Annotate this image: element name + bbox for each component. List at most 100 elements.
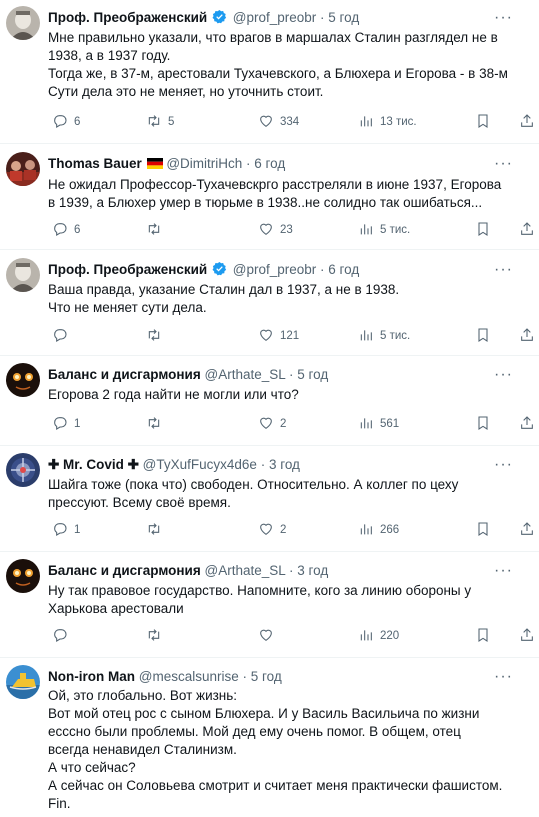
reply-count: 6 [74,224,81,236]
action-bar: 121 5 тис. [48,326,533,346]
share-button[interactable] [519,626,535,646]
share-button[interactable] [519,326,535,346]
reply-button[interactable] [52,626,74,646]
views-button[interactable]: 561 [358,414,399,434]
tweet[interactable]: Non-iron Man @mescalsunrise · 5 год ··· … [0,658,539,817]
views-button[interactable]: 5 тис. [358,326,410,346]
more-options-icon[interactable]: ··· [494,561,513,581]
more-options-icon[interactable]: ··· [494,154,513,174]
more-options-icon[interactable]: ··· [494,365,513,385]
share-icon [521,628,533,641]
retweet-button[interactable] [146,626,168,646]
views-icon [360,330,372,341]
heart-icon [260,115,272,127]
author-name[interactable]: ✚ Mr. Covid ✚ [48,457,139,472]
views-icon [360,630,372,641]
bookmark-button[interactable] [475,626,491,646]
reply-button[interactable]: 1 [52,414,80,434]
reply-button[interactable]: 6 [52,112,80,132]
share-icon [521,416,533,429]
share-button[interactable] [519,414,535,434]
like-button[interactable]: 23 [258,220,293,240]
views-icon [360,224,372,235]
views-icon [360,418,372,429]
tweet[interactable]: ✚ Mr. Covid ✚ @TyXufFucyx4d6e · 3 год ··… [0,446,539,552]
reply-button[interactable]: 1 [52,520,80,540]
bookmark-button[interactable] [475,520,491,540]
timestamp[interactable]: 5 год [251,669,282,684]
views-button[interactable]: 266 [358,520,399,540]
bookmark-button[interactable] [475,112,491,132]
share-button[interactable] [519,220,535,240]
separator: · [260,457,266,472]
reply-button[interactable]: 6 [52,220,80,240]
separator: · [289,563,294,578]
avatar[interactable] [6,152,40,186]
like-button[interactable]: 2 [258,520,286,540]
action-bar: 6 23 5 тис. [48,220,533,240]
author-handle[interactable]: @mescalsunrise [139,669,239,684]
more-options-icon[interactable]: ··· [494,8,513,28]
views-button[interactable]: 220 [358,626,399,646]
avatar[interactable] [6,559,40,593]
bookmark-icon [478,628,488,642]
author-name[interactable]: Проф. Преображенский [48,262,207,277]
more-options-icon[interactable]: ··· [494,667,513,687]
views-button[interactable]: 5 тис. [358,220,410,240]
timestamp[interactable]: 6 год [328,262,359,277]
timestamp[interactable]: 5 год [297,367,328,382]
more-options-icon[interactable]: ··· [494,260,513,280]
timestamp[interactable]: 3 год [297,563,328,578]
tweet[interactable]: Проф. Преображенский @prof_preobr · 5 го… [0,0,539,144]
tweet[interactable]: Баланс и дисгармония @Arthate_SL · 5 год… [0,356,539,446]
avatar[interactable] [6,665,40,699]
retweet-button[interactable] [146,220,168,240]
retweet-button[interactable] [146,520,168,540]
like-button[interactable]: 2 [258,414,286,434]
retweet-icon [148,115,160,127]
author-handle[interactable]: @Arthate_SL [204,367,285,382]
views-count: 5 тис. [380,330,411,342]
like-button[interactable] [258,626,280,646]
bookmark-button[interactable] [475,326,491,346]
heart-icon [260,223,272,235]
author-handle[interactable]: @prof_preobr [233,10,317,25]
retweet-button[interactable]: 5 [146,112,174,132]
author-handle[interactable]: @DimitriHch [166,156,242,171]
timestamp[interactable]: 3 год [269,457,300,472]
reply-button[interactable] [52,326,74,346]
tweet[interactable]: Thomas Bauer @DimitriHch · 6 год ··· Не … [0,144,539,250]
avatar[interactable] [6,363,40,397]
tweet[interactable]: Баланс и дисгармония @Arthate_SL · 3 год… [0,552,539,658]
timestamp[interactable]: 6 год [254,156,285,171]
views-count: 13 тис. [380,116,417,128]
author-handle[interactable]: @TyXufFucyx4d6e [143,457,257,472]
author-name[interactable]: Баланс и дисгармония [48,367,201,382]
reply-count: 1 [74,418,81,430]
author-name[interactable]: Баланс и дисгармония [48,563,201,578]
tweet[interactable]: Проф. Преображенский @prof_preobr · 6 го… [0,250,539,356]
share-button[interactable] [519,520,535,540]
like-button[interactable]: 121 [258,326,299,346]
reply-thread: Проф. Преображенский @prof_preobr · 5 го… [0,0,539,817]
author-name[interactable]: Non-iron Man [48,669,135,684]
verified-badge-icon [212,261,227,276]
views-button[interactable]: 13 тис. [358,112,417,132]
author-handle[interactable]: @prof_preobr [233,262,317,277]
author-handle[interactable]: @Arthate_SL [204,563,285,578]
author-name[interactable]: Проф. Преображенский [48,10,207,25]
bookmark-button[interactable] [475,220,491,240]
avatar[interactable] [6,258,40,292]
views-count: 561 [380,418,400,430]
tweet-text: Шайга тоже (пока что) свободен. Относите… [48,477,459,510]
avatar[interactable] [6,453,40,487]
bookmark-button[interactable] [475,414,491,434]
retweet-button[interactable] [146,414,168,434]
avatar[interactable] [6,6,40,40]
author-name[interactable]: Thomas Bauer [48,156,142,171]
timestamp[interactable]: 5 год [328,10,359,25]
retweet-button[interactable] [146,326,168,346]
more-options-icon[interactable]: ··· [494,455,513,475]
share-button[interactable] [519,112,535,132]
like-button[interactable]: 334 [258,112,299,132]
